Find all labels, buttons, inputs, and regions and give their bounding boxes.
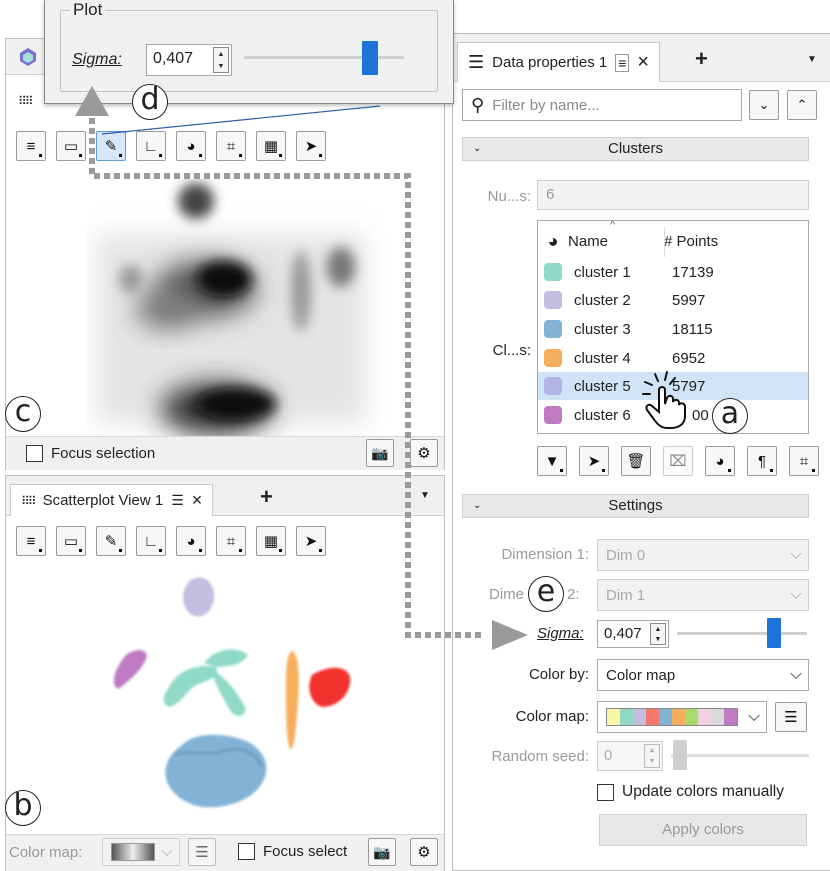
callout-e: e <box>528 576 564 612</box>
callout-a: a <box>712 398 748 434</box>
callout-d: d <box>132 84 168 120</box>
annotation-arrows <box>75 86 529 658</box>
callout-c: c <box>5 396 41 432</box>
callout-b: b <box>5 790 41 826</box>
